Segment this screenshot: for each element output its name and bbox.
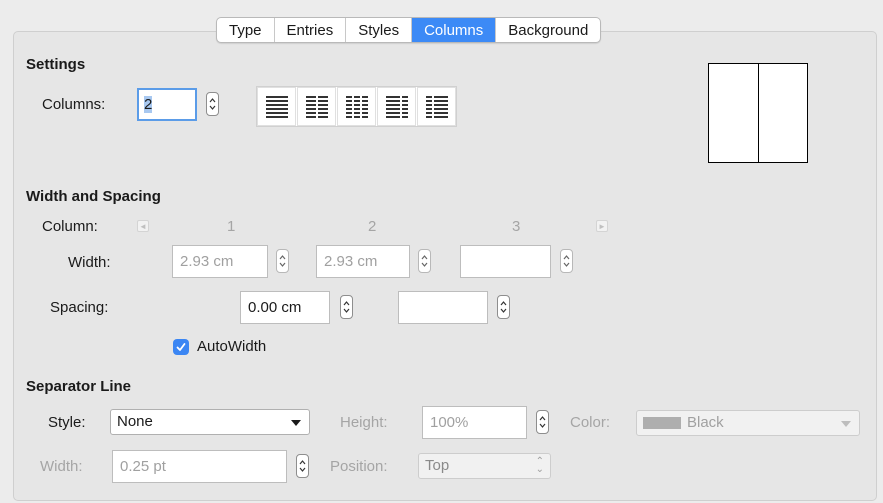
tab-type[interactable]: Type <box>217 18 275 42</box>
line-width-label: Width: <box>40 458 83 475</box>
separator-position-dropdown[interactable]: Top ⌃ ⌄ <box>418 453 551 479</box>
column-preview <box>708 63 808 163</box>
column-label: Column: <box>42 218 98 235</box>
spacing-1-2-stepper[interactable] <box>340 295 353 319</box>
separator-position-value: Top <box>425 457 450 474</box>
column-1-width-input[interactable]: 2.93 cm <box>172 245 268 278</box>
column-number-2: 2 <box>368 218 377 235</box>
spacing-1-2-input[interactable]: 0.00 cm <box>240 291 330 324</box>
column-3-width-stepper[interactable] <box>560 249 573 273</box>
column-1-width-stepper[interactable] <box>276 249 289 273</box>
separator-height-stepper[interactable] <box>536 410 549 434</box>
tab-columns[interactable]: Columns <box>412 18 497 42</box>
autowidth-checkbox[interactable] <box>173 339 189 355</box>
separator-heading: Separator Line <box>26 378 132 395</box>
tab-background[interactable]: Background <box>496 18 600 42</box>
column-2-width-input[interactable]: 2.93 cm <box>316 245 410 278</box>
column-right-arrow-icon[interactable]: ► <box>596 220 608 232</box>
column-number-1: 1 <box>227 218 236 235</box>
column-preview-divider <box>758 64 759 162</box>
separator-width-input[interactable]: 0.25 pt <box>112 450 287 483</box>
separator-style-dropdown[interactable]: None <box>110 409 310 435</box>
settings-heading: Settings <box>26 56 86 73</box>
right-wide-layout-icon[interactable] <box>417 87 456 126</box>
column-2-width-stepper[interactable] <box>418 249 431 273</box>
three-column-layout-icon[interactable] <box>337 87 376 126</box>
columns-count-input[interactable]: 2 <box>137 88 197 121</box>
separator-width-stepper[interactable] <box>296 454 309 478</box>
left-wide-layout-icon[interactable] <box>377 87 416 126</box>
column-left-arrow-icon[interactable]: ◄ <box>137 220 149 232</box>
separator-style-value: None <box>117 413 153 430</box>
position-label: Position: <box>330 458 388 475</box>
tab-entries[interactable]: Entries <box>275 18 347 42</box>
style-label: Style: <box>48 414 86 431</box>
two-column-layout-icon[interactable] <box>297 87 336 126</box>
one-column-layout-icon[interactable] <box>257 87 296 126</box>
spacing-label: Spacing: <box>50 299 109 316</box>
width-spacing-heading: Width and Spacing <box>26 188 161 205</box>
column-number-3: 3 <box>512 218 521 235</box>
chevron-down-icon <box>841 421 851 427</box>
separator-color-value: Black <box>687 414 724 431</box>
width-label: Width: <box>68 254 111 271</box>
up-down-icon: ⌃ ⌄ <box>535 456 544 475</box>
columns-count-stepper[interactable] <box>206 92 219 116</box>
tab-styles[interactable]: Styles <box>346 18 413 42</box>
checkmark-icon <box>176 343 186 351</box>
height-label: Height: <box>340 414 388 431</box>
color-label: Color: <box>570 414 611 431</box>
separator-height-input[interactable]: 100% <box>422 406 527 439</box>
spacing-2-3-stepper[interactable] <box>497 295 510 319</box>
columns-label: Columns: <box>42 96 106 113</box>
separator-color-dropdown[interactable]: Black <box>636 410 860 436</box>
tab-bar: Type Entries Styles Columns Background <box>216 17 602 43</box>
color-swatch <box>643 417 681 429</box>
autowidth-label[interactable]: AutoWidth <box>197 338 266 355</box>
column-layout-presets <box>256 86 457 127</box>
column-3-width-input[interactable] <box>460 245 551 278</box>
chevron-down-icon <box>291 420 301 426</box>
spacing-2-3-input[interactable] <box>398 291 488 324</box>
